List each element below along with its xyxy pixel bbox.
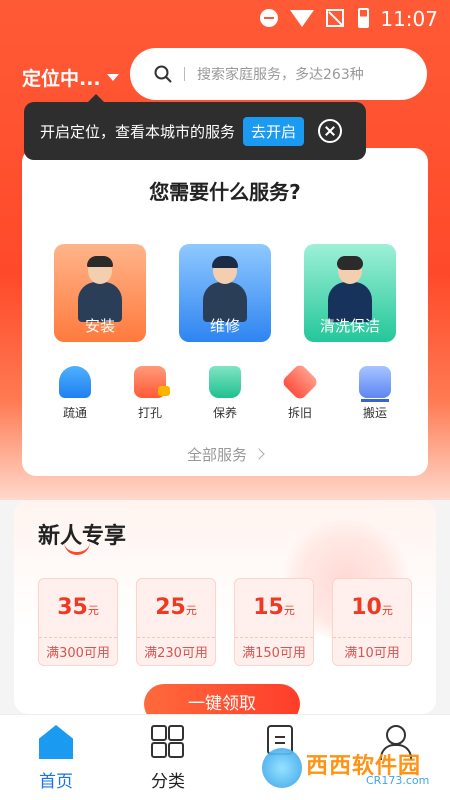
drill-icon [134, 366, 170, 398]
cleaner-illustration [328, 256, 372, 322]
coupon-amount: 10元 [351, 595, 393, 620]
service-tile-install[interactable]: 安装 [54, 244, 146, 342]
maintenance-icon [209, 366, 241, 398]
quick-service-drill[interactable]: 打孔 [120, 366, 180, 421]
no-signal-icon [326, 9, 344, 27]
nav-category[interactable]: 分类 [128, 725, 208, 792]
quick-service-label: 保养 [212, 406, 237, 420]
close-icon[interactable] [318, 119, 343, 143]
location-tip: 开启定位，查看本城市的服务 去开启 [24, 94, 366, 160]
service-tile-repair[interactable]: 维修 [179, 244, 271, 342]
wifi-icon [290, 10, 314, 27]
location-label: 定位中... [22, 68, 101, 90]
service-tile-label: 维修 [209, 317, 240, 335]
coupon-amount: 15元 [253, 595, 295, 620]
quick-service-label: 拆旧 [287, 406, 312, 420]
quick-service-label: 搬运 [362, 406, 387, 420]
repairman-illustration [203, 256, 247, 322]
location-tip-text: 开启定位，查看本城市的服务 [40, 122, 236, 141]
battery-icon [358, 8, 369, 28]
search-bar[interactable]: 搜索家庭服务，多达263种 [130, 48, 427, 100]
coupon[interactable]: 25元 满230可用 [136, 578, 216, 666]
drain-icon [59, 366, 91, 398]
search-placeholder: 搜索家庭服务，多达263种 [197, 67, 364, 83]
cart-icon [359, 366, 391, 402]
search-divider [184, 67, 185, 81]
all-services-label: 全部服务 [186, 446, 247, 464]
claim-all-button[interactable]: 一键领取 [144, 684, 300, 714]
service-tile-label: 安装 [84, 317, 115, 335]
all-services-link[interactable]: 全部服务 [22, 444, 428, 465]
coupon[interactable]: 10元 满10可用 [332, 578, 412, 666]
caret-down-icon [106, 74, 119, 81]
coupon-condition: 满300可用 [39, 637, 117, 661]
status-time: 11:07 [380, 7, 438, 31]
demolish-icon [280, 362, 320, 402]
status-bar: 11:07 [0, 0, 450, 36]
quick-service-label: 疏通 [62, 406, 87, 420]
installer-illustration [78, 256, 122, 322]
quick-services: 疏通 打孔 保养 拆旧 搬运 [22, 362, 428, 426]
coupon-amount: 35元 [57, 595, 99, 620]
nav-label: 首页 [39, 772, 73, 792]
quick-service-label: 打孔 [137, 406, 162, 420]
service-tile-label: 清洗保洁 [319, 317, 380, 335]
search-icon [154, 65, 172, 83]
quick-service-moving[interactable]: 搬运 [345, 366, 405, 421]
watermark: 西西软件园 CR173.com [262, 746, 432, 790]
service-tile-cleaning[interactable]: 清洗保洁 [304, 244, 396, 342]
coupon-condition: 满230可用 [137, 637, 215, 661]
nav-label: 分类 [151, 772, 185, 792]
coupon[interactable]: 15元 满150可用 [234, 578, 314, 666]
location-selector[interactable]: 定位中... [22, 64, 119, 91]
nav-home[interactable]: 首页 [16, 725, 96, 792]
home-icon [39, 725, 73, 759]
coupon-condition: 满10可用 [333, 637, 411, 661]
services-title: 您需要什么服务? [149, 180, 301, 204]
watermark-subtext: CR173.com [366, 774, 430, 787]
coupon[interactable]: 35元 满300可用 [38, 578, 118, 666]
chevron-right-icon [253, 448, 265, 460]
promo-swoosh [64, 538, 90, 555]
new-user-promo: 新人专享 35元 满300可用 25元 满230可用 15元 满150可用 10… [14, 500, 436, 714]
quick-service-drain[interactable]: 疏通 [45, 366, 105, 421]
enable-location-button[interactable]: 去开启 [243, 116, 305, 146]
coupon-amount: 25元 [155, 595, 197, 620]
coupon-condition: 满150可用 [235, 637, 313, 661]
do-not-disturb-icon [260, 9, 278, 27]
quick-service-maintenance[interactable]: 保养 [195, 366, 255, 421]
watermark-logo-icon [262, 748, 302, 788]
grid-icon [151, 725, 185, 759]
quick-service-demolish[interactable]: 拆旧 [270, 362, 330, 421]
services-card: 您需要什么服务? 安装 维修 清洗保洁 疏通 打孔 保养 拆旧 搬运 全部服务 [22, 148, 428, 476]
